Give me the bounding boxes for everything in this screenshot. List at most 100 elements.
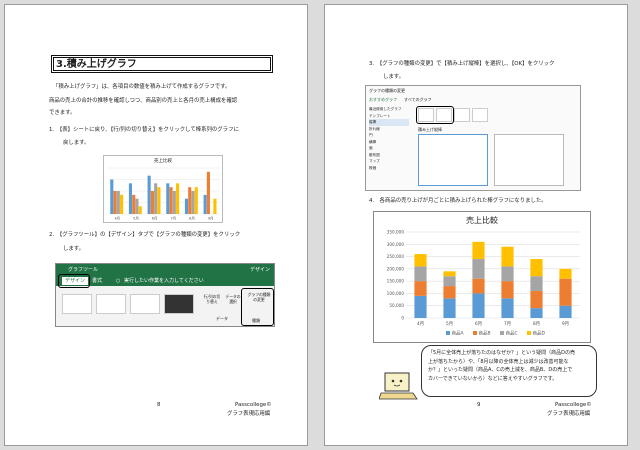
tab-format[interactable]: 書式 (92, 276, 102, 286)
preview-thumb-1[interactable] (418, 134, 488, 186)
bubble-line-1: 「5月に全体売上が落ちたのはなぜか？」という疑問（商品Dの売 (428, 350, 576, 356)
selected-type-heading: 積み上げ縦棒 (418, 127, 442, 132)
intro-line-2: 商品の売上の合計の推移を確認しつつ、商品別の売上と各月の売上構成を確認 (49, 98, 238, 104)
small-bar (138, 206, 142, 214)
stacked-bar-segment (530, 259, 543, 277)
small-tick-label: 9月 (208, 216, 214, 221)
style-thumb-2[interactable] (96, 294, 126, 314)
small-bar (172, 191, 176, 214)
stacked-bar-segment (559, 305, 572, 318)
small-bar (194, 187, 198, 214)
tab-recommended[interactable]: おすすめグラフ (369, 97, 397, 103)
page-8: 3.積み上げグラフ 「積み上げグラフ」は、各項目の数値を積み上げて作成するグラフ… (4, 4, 308, 446)
small-bar (188, 187, 192, 214)
stacked-bar-segment (443, 298, 456, 318)
stacked-bar-segment (559, 278, 572, 306)
chart-category-list: 最近使用したグラフ テンプレート 縦棒 折れ線円横棒面散布図 マップ 株価 (369, 106, 409, 171)
small-bar (191, 191, 195, 214)
publisher: Passcollege© (555, 402, 592, 408)
x-tick-label: 5月 (446, 321, 453, 327)
small-bar (135, 198, 139, 214)
section-title: 3.積み上げグラフ (53, 57, 271, 71)
style-thumb-4[interactable] (164, 294, 194, 314)
page-number: 9 (477, 402, 481, 408)
publisher: Passcollege© (235, 402, 272, 408)
stacked-bar-segment (443, 271, 456, 277)
small-tick-label: 7月 (170, 216, 176, 221)
small-bar (132, 194, 136, 214)
small-tick-label: 5月 (133, 216, 139, 221)
speech-bubble: 「5月に全体売上が落ちたのはなぜか？」という疑問（商品Dの売 上が落ちたから）や… (421, 345, 597, 397)
stacked-bar-segment (530, 308, 543, 318)
small-bar (147, 175, 151, 214)
small-bar (166, 183, 170, 214)
x-tick-label: 6月 (475, 321, 482, 327)
group-label-data: データ (216, 316, 228, 321)
x-tick-label: 4月 (417, 321, 424, 327)
small-bar (116, 191, 120, 214)
stacked-bar-segment (414, 254, 427, 267)
step2-line-2: します。 (63, 246, 85, 252)
small-bar (150, 191, 154, 214)
highlight-design-tab (58, 274, 90, 288)
stacked-bar-segment (472, 293, 485, 318)
stacked-bar-segment (501, 281, 514, 299)
y-tick-label: 350,000 (387, 230, 405, 235)
small-bar (206, 171, 210, 214)
step1-line-1: 1. 【表】シートに戻り、【行/列の切り替え】をクリックして棒系列のグラフに (49, 127, 239, 133)
highlight-change-type (241, 288, 274, 326)
book-title: グラフ表現応用編 (227, 411, 271, 417)
small-bar (113, 191, 117, 214)
tab-all-charts[interactable]: すべてのグラフ (404, 97, 432, 103)
select-data-button[interactable]: データの選択 (224, 294, 242, 304)
y-tick-label: 300,000 (387, 242, 405, 247)
y-tick-label: 100,000 (387, 291, 405, 296)
y-tick-label: 0 (401, 316, 404, 321)
stacked-chart-figure: 売上比較 0 50,000 100,000 150,000 200,000 250,000… (373, 211, 591, 343)
page-9: 3. 【グラフの種類の変更】で【積み上げ縦棒】を選択し、【OK】をクリック しま… (324, 4, 628, 446)
tell-me-box[interactable]: 実行したい作業を入力してください (124, 276, 204, 286)
excel-ribbon: グラフツール デザイン デザイン 書式 ○ 実行したい作業を入力してください 行… (55, 263, 275, 327)
clustered-chart-svg: 4月 5月 6月 7月 8月 9月 (108, 167, 220, 221)
style-thumb-3[interactable] (130, 294, 160, 314)
book-title: グラフ表現応用編 (547, 411, 591, 417)
lightbulb-icon: ○ (116, 278, 121, 284)
highlight-stacked-option (416, 106, 454, 124)
style-thumb-1[interactable] (62, 294, 92, 314)
small-bar (157, 187, 161, 214)
legend-label: 商品C (506, 330, 518, 337)
small-tick-label: 4月 (114, 216, 120, 221)
stacked-chart-title: 売上比較 (466, 216, 498, 225)
small-bar (176, 183, 180, 214)
stacked-chart-svg: 0 50,000 100,000 150,000 200,000 250,000 300,0… (387, 230, 580, 337)
section-title-box: 3.積み上げグラフ (51, 55, 273, 73)
stacked-bar-segment (414, 266, 427, 282)
small-tick-label: 8月 (189, 216, 195, 221)
chart-subtype-4[interactable] (472, 108, 488, 122)
chart-subtype-3[interactable] (454, 108, 470, 122)
intro-line-3: できます。 (49, 110, 76, 116)
x-tick-label: 7月 (504, 321, 511, 327)
y-tick-label: 150,000 (387, 279, 405, 284)
stacked-bar-segment (501, 266, 514, 282)
small-bar (203, 194, 207, 214)
stacked-bar-segment (501, 298, 514, 318)
x-tick-label: 9月 (562, 321, 569, 327)
bubble-line-3: か？」といった疑問（商品A、Cの売上減を、商品B、Dの売上で (428, 367, 573, 373)
step4-line-1: 4. 各商品の売り上げが月ごとに積み上げられた棒グラフになりました。 (369, 198, 547, 204)
step1-line-2: 戻します。 (63, 140, 90, 146)
stacked-bar-segment (559, 268, 572, 279)
y-tick-label: 200,000 (387, 266, 405, 271)
small-bar (184, 198, 189, 214)
page-number: 8 (157, 402, 161, 408)
chart-category-item[interactable]: 株価 (369, 165, 409, 172)
laptop-mascot-icon (379, 372, 418, 400)
clustered-chart-figure: 売上比較 4月 5月 6月 7月 8月 9月 (103, 155, 223, 223)
small-tick-label: 6月 (152, 216, 158, 221)
step3-line-2: します。 (383, 74, 405, 80)
small-bar (169, 187, 173, 214)
switch-row-column-button[interactable]: 行/列の切り替え (202, 294, 222, 304)
preview-thumb-2[interactable] (494, 134, 564, 186)
small-bar (110, 179, 114, 214)
small-chart-title: 売上比較 (154, 159, 172, 164)
